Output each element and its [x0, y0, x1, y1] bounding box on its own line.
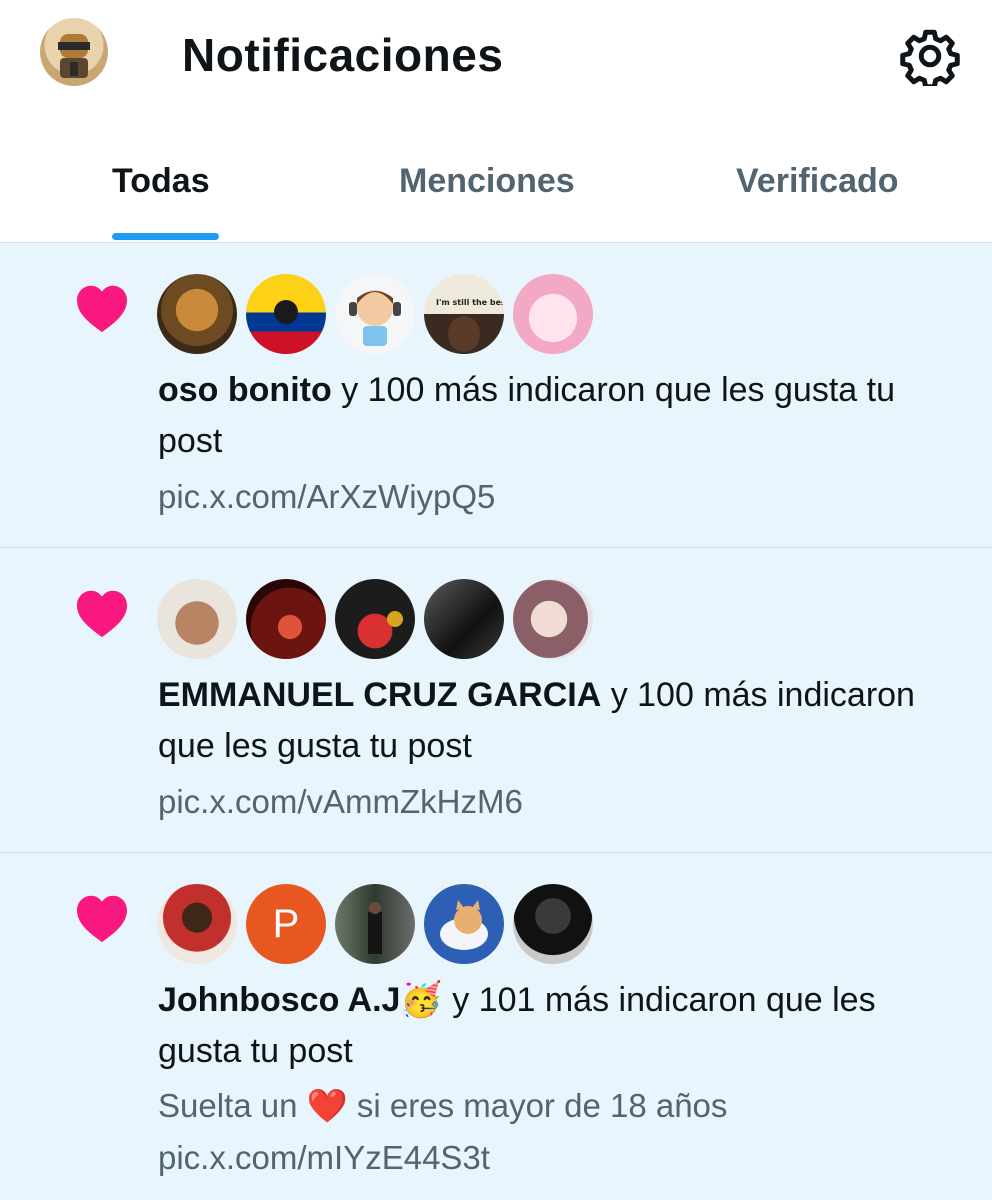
- trophy-icon: [387, 611, 403, 627]
- avatar[interactable]: [335, 579, 415, 659]
- page-title: Notificaciones: [182, 29, 504, 81]
- avatar[interactable]: [513, 579, 593, 659]
- avatar[interactable]: [157, 884, 237, 964]
- top-bar: Notificaciones: [0, 0, 992, 110]
- gear-icon: [900, 29, 960, 90]
- tab-bar: Todas Menciones Verificado: [0, 140, 992, 243]
- avatar[interactable]: I'm still the best: [424, 274, 504, 354]
- avatar-row: P: [157, 884, 597, 966]
- avatar[interactable]: [157, 579, 237, 659]
- tab-todas[interactable]: Todas: [112, 162, 210, 201]
- profile-avatar[interactable]: [40, 18, 108, 86]
- notification-item[interactable]: I'm still the best oso bonito y 100 más …: [0, 243, 992, 548]
- avatar[interactable]: [246, 579, 326, 659]
- user-name[interactable]: EMMANUEL CRUZ GARCIA: [158, 676, 601, 714]
- cartoon-boy-icon: [349, 290, 401, 346]
- avatar[interactable]: [424, 884, 504, 964]
- settings-button[interactable]: [900, 26, 960, 90]
- avatar[interactable]: [513, 274, 593, 354]
- active-tab-indicator: [112, 233, 219, 240]
- avatar[interactable]: [335, 884, 415, 964]
- cartoon-cat-icon: [440, 900, 488, 950]
- avatar[interactable]: [246, 274, 326, 354]
- avatar[interactable]: [424, 579, 504, 659]
- avatar[interactable]: [513, 884, 593, 964]
- avatar[interactable]: [335, 274, 415, 354]
- avatar[interactable]: [157, 274, 237, 354]
- post-link[interactable]: pic.x.com/ArXzWiypQ5: [158, 470, 958, 524]
- soldier-avatar-icon: [58, 34, 90, 78]
- notification-text: EMMANUEL CRUZ GARCIA y 100 más indicaron…: [158, 670, 958, 772]
- tab-menciones[interactable]: Menciones: [399, 162, 575, 201]
- post-link[interactable]: pic.x.com/mIYzE44S3t: [158, 1131, 958, 1185]
- notification-item[interactable]: EMMANUEL CRUZ GARCIA y 100 más indicaron…: [0, 548, 992, 853]
- user-name[interactable]: oso bonito: [158, 371, 332, 409]
- user-name[interactable]: Johnbosco A.J🥳: [158, 981, 443, 1019]
- svg-text:I'm still the best: I'm still the best: [436, 298, 504, 307]
- im-still-the-best-image: I'm still the best: [432, 296, 504, 352]
- post-link[interactable]: pic.x.com/vAmmZkHzM6: [158, 775, 958, 829]
- notification-text: Johnbosco A.J🥳 y 101 más indicaron que l…: [158, 975, 958, 1077]
- notification-item[interactable]: P Johnbosco A.J🥳 y 101 más indicaron que…: [0, 853, 992, 1200]
- avatar[interactable]: P: [246, 884, 326, 964]
- notification-list: I'm still the best oso bonito y 100 más …: [0, 243, 992, 1200]
- heart-icon: [77, 590, 127, 638]
- avatar-row: [157, 579, 597, 661]
- post-text: Suelta un ❤️ si eres mayor de 18 años: [158, 1087, 728, 1124]
- heart-icon: [77, 285, 127, 333]
- heart-icon: [77, 895, 127, 943]
- avatar-row: I'm still the best: [157, 274, 597, 356]
- lion-emblem-icon: [274, 300, 298, 324]
- avatar-letter: P: [272, 901, 300, 946]
- tab-verificado[interactable]: Verificado: [736, 162, 899, 201]
- notification-text: oso bonito y 100 más indicaron que les g…: [158, 365, 958, 467]
- man-in-suit-icon: [368, 902, 382, 954]
